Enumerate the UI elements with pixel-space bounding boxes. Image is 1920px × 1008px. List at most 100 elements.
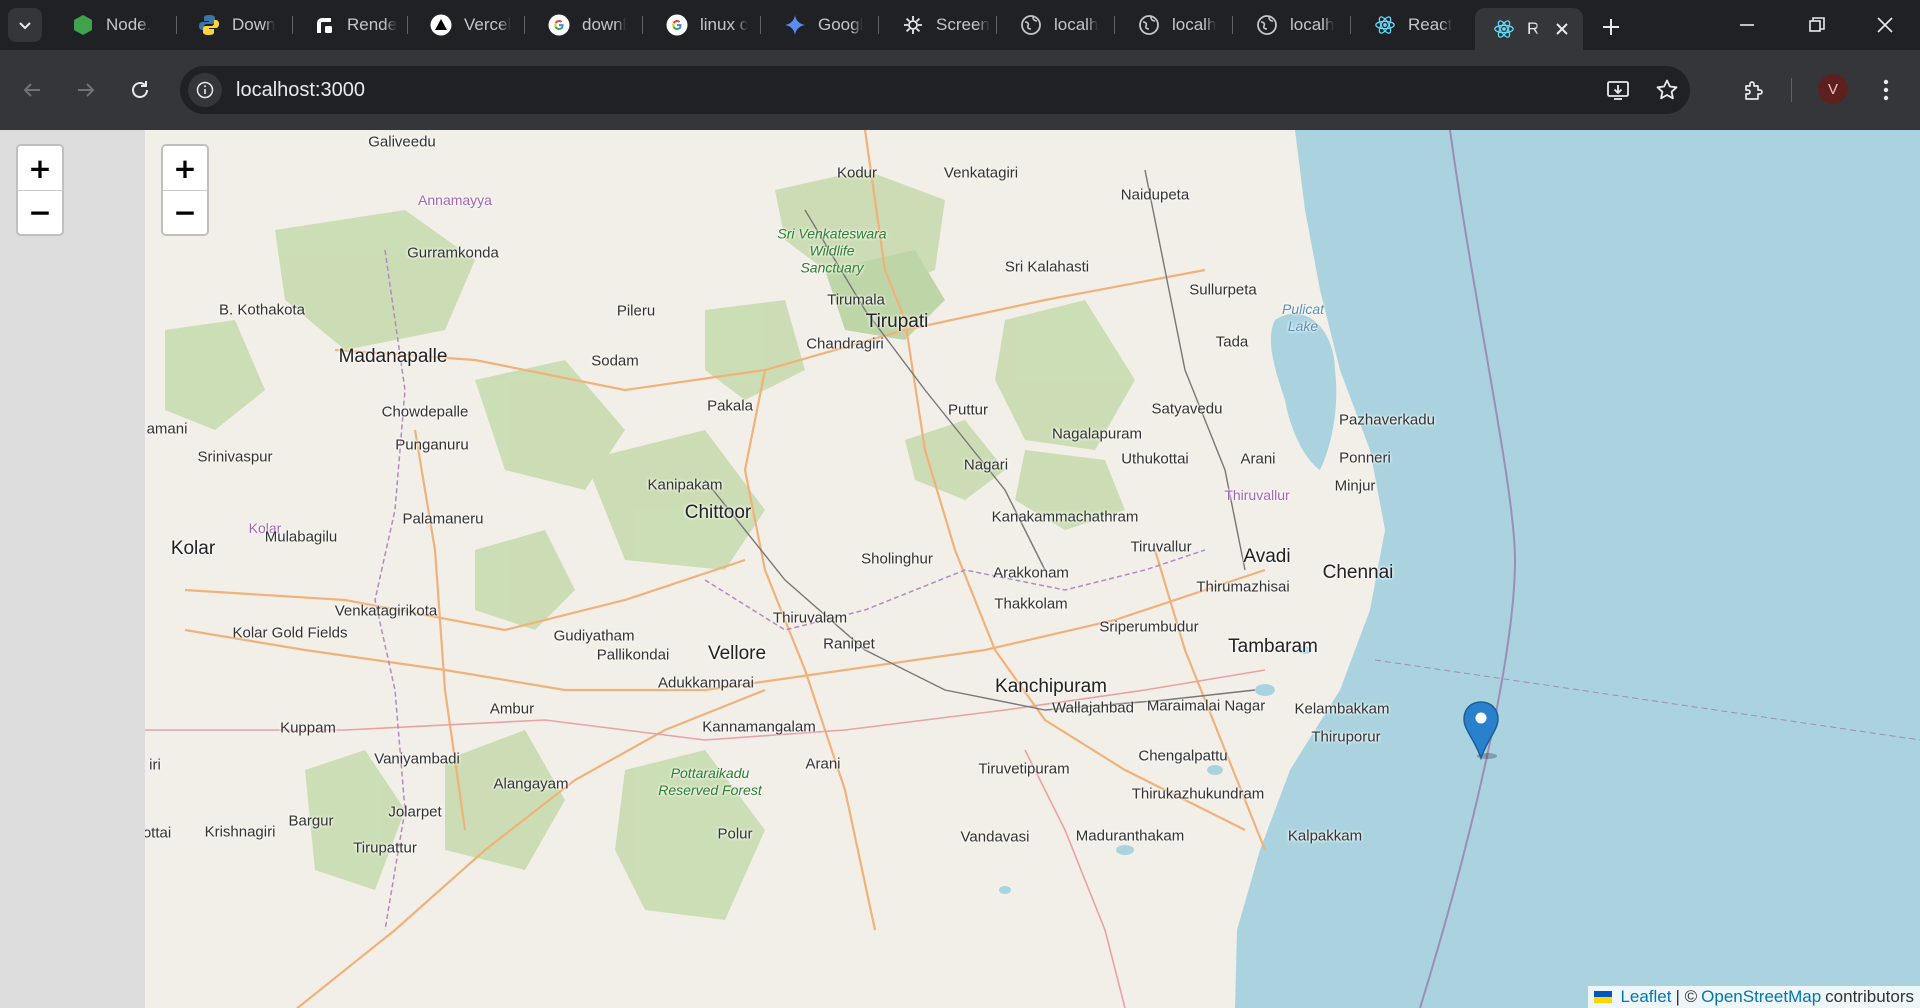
tab-11[interactable]: localh	[1238, 8, 1348, 42]
tab-separator	[996, 16, 997, 34]
python-icon	[198, 14, 220, 36]
map-label: Arani	[1240, 450, 1276, 468]
map-label: Sullurpeta	[1189, 281, 1257, 299]
close-icon	[1877, 17, 1893, 33]
map-label: Pakala	[707, 397, 753, 415]
map-label: Minjur	[1334, 477, 1376, 495]
tab-6[interactable]: linux c	[648, 8, 758, 42]
tab-title: Rende	[347, 15, 398, 34]
map-label: Pottaraikadu Reserved Forest	[658, 765, 762, 798]
arrow-left-icon	[23, 83, 40, 97]
forward-button[interactable]	[66, 70, 106, 110]
reload-button[interactable]	[120, 70, 160, 110]
map-label: Uthukottai	[1121, 450, 1189, 468]
map-label: Avadi	[1243, 546, 1291, 567]
map-pin-icon[interactable]	[1461, 700, 1501, 760]
leaflet-map[interactable]: Galiveedu Annamayya Kodur Venkatagiri Naidup…	[145, 130, 1920, 1008]
map-label: Pallikondai	[596, 646, 670, 664]
map-label: Krishnagiri	[204, 823, 276, 841]
toolbar-divider	[1791, 78, 1792, 102]
tab-4[interactable]: Vercel	[412, 8, 522, 42]
map-label: Kannamangalam	[702, 718, 816, 736]
address-bar[interactable]: localhost:3000	[180, 66, 1690, 114]
tab-separator	[878, 16, 879, 34]
tab-5[interactable]: downl	[530, 8, 640, 42]
map-label: Gudiyatham	[553, 627, 635, 645]
tab-separator	[176, 16, 177, 34]
map-label: Venkatagirikota	[334, 602, 438, 620]
map-label: Bargur	[288, 812, 334, 830]
extensions-button[interactable]	[1734, 70, 1774, 110]
map-label: Pileru	[616, 302, 656, 320]
map-label: Sri Venkateswara Wildlife Sanctuary	[777, 225, 887, 276]
bookmark-star-icon[interactable]	[1655, 78, 1679, 102]
map-label: Tirupati	[865, 311, 929, 332]
minimize-icon	[1740, 24, 1754, 26]
map-label: Ambur	[489, 700, 535, 718]
tab-2[interactable]: Down	[180, 8, 290, 42]
tab-title: downl	[582, 15, 627, 34]
tab-title: localh	[1054, 15, 1099, 34]
close-window-button[interactable]	[1850, 0, 1920, 50]
map-label: Kelambakkam	[1294, 700, 1390, 718]
page-left-gutter	[0, 130, 145, 1008]
tab-separator	[760, 16, 761, 34]
gemini-icon	[784, 14, 806, 36]
tab-separator	[642, 16, 643, 34]
tab-10[interactable]: localh	[1120, 8, 1230, 42]
map-label: Naidupeta	[1120, 186, 1190, 204]
tab-separator	[1232, 16, 1233, 34]
tab-12[interactable]: React	[1356, 8, 1468, 42]
map-label: ottai	[145, 824, 172, 842]
tab-7[interactable]: Googl	[766, 8, 876, 42]
zoom-in-button[interactable]: +	[18, 146, 62, 190]
map-label: Maraimalai Nagar	[1146, 697, 1266, 715]
map-label: Chowdepalle	[381, 403, 469, 421]
map-label: Kolar	[170, 538, 216, 559]
restore-button[interactable]	[1782, 0, 1852, 50]
tab-title: localh	[1172, 15, 1217, 34]
zoom-out-button[interactable]: −	[18, 190, 62, 234]
tab-3[interactable]: Rende	[295, 8, 405, 42]
map-label: Kodur	[836, 164, 878, 182]
map-attribution: Leaflet | © OpenStreetMap contributors	[1588, 986, 1920, 1008]
close-tab-icon[interactable]	[1551, 18, 1573, 40]
map-label: iri	[149, 756, 161, 774]
chevron-down-icon	[19, 22, 31, 30]
tab-search-button[interactable]	[8, 8, 42, 42]
menu-button[interactable]	[1866, 70, 1906, 110]
install-app-icon[interactable]	[1606, 78, 1630, 102]
tab-title: Down	[232, 15, 276, 34]
back-button[interactable]	[12, 70, 52, 110]
map-label: Maduranthakam	[1075, 827, 1185, 845]
map-label: Vandavasi	[960, 828, 1030, 846]
osm-link[interactable]: OpenStreetMap	[1701, 987, 1821, 1007]
new-tab-button[interactable]	[1596, 12, 1626, 42]
react-icon	[1374, 14, 1396, 36]
zoom-out-button[interactable]: −	[163, 190, 207, 234]
map-label: Gurramkonda	[407, 244, 499, 262]
site-info-icon[interactable]	[188, 73, 222, 107]
map-label: Palamaneru	[402, 510, 484, 528]
map-label: Tirumala	[827, 291, 885, 309]
map-label: Thakkolam	[994, 595, 1068, 613]
map-label: Sodam	[591, 352, 639, 370]
map-label: B. Kothakota	[219, 301, 305, 319]
tab-active[interactable]: R	[1475, 8, 1583, 50]
zoom-in-button[interactable]: +	[163, 146, 207, 190]
map-label: Punganuru	[395, 436, 469, 454]
tab-8[interactable]: Screen	[884, 8, 994, 42]
map-label: Kanipakam	[647, 476, 723, 494]
map-label: Thirumazhisai	[1196, 578, 1290, 596]
profile-avatar[interactable]: V	[1818, 74, 1848, 104]
map-label: Adukkamparai	[658, 674, 754, 692]
map-label: Satyavedu	[1151, 400, 1223, 418]
map-label: Nagari	[963, 456, 1009, 474]
tab-9[interactable]: localh	[1002, 8, 1112, 42]
tab-1[interactable]: Node.	[54, 8, 174, 42]
tab-separator	[292, 16, 293, 34]
page-content: Galiveedu Annamayya Kodur Venkatagiri Naidup…	[0, 130, 1920, 1008]
puzzle-icon	[1745, 81, 1763, 100]
minimize-button[interactable]	[1712, 0, 1782, 50]
leaflet-link[interactable]: Leaflet	[1620, 987, 1671, 1007]
